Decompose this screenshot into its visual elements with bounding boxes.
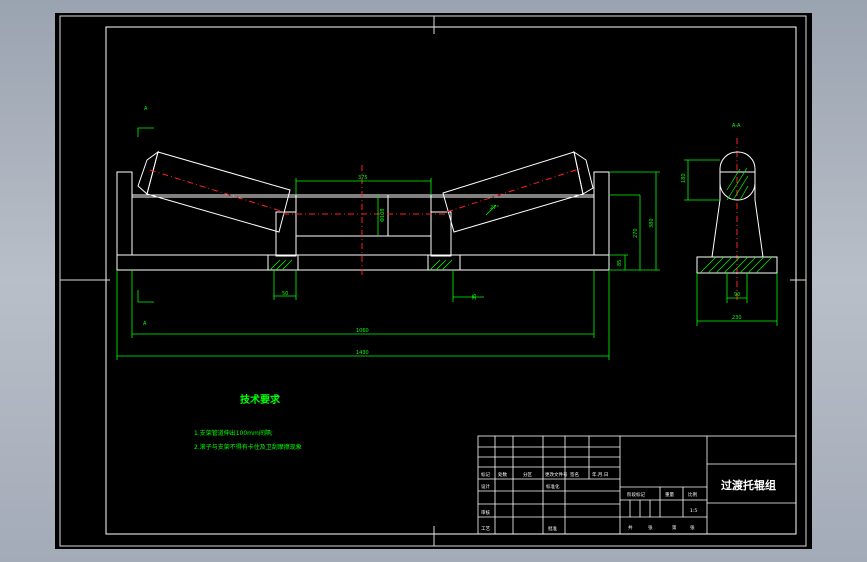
tb-sign: 签名 [570, 471, 579, 478]
dim-width-2: 1430 [356, 350, 369, 356]
tb-change-doc: 更改文件号 [545, 471, 568, 478]
tb-design: 设计 [481, 483, 490, 490]
dim-center-width: 375 [358, 175, 368, 181]
tb-scale: 1:5 [690, 508, 697, 514]
view-mark-top: A [144, 106, 148, 112]
tb-sheet: 张 [690, 524, 695, 531]
tb-process: 工艺 [481, 526, 490, 532]
tb-total: 共 [628, 524, 633, 531]
dim-width-1: 1060 [356, 328, 369, 334]
tb-stage: 阶段标记 [627, 491, 645, 498]
drawing-title: 过渡托辊组 [721, 478, 776, 492]
tb-sheets: 张 [648, 524, 653, 531]
tb-ratio: 比例 [688, 491, 697, 498]
tb-review: 审核 [481, 509, 490, 516]
cad-viewport: 375 Φ108 27° 85 270 380 1060 1430 50 35 … [0, 0, 867, 562]
tb-date: 年.月.日 [592, 471, 608, 478]
tb-weight: 重量 [665, 491, 674, 498]
tech-req-title: 技术要求 [240, 393, 281, 406]
tech-req-item-2: 2.滚子与支架不得有卡住及卫刮摩擦现象 [194, 443, 302, 451]
tb-approve: 批准 [548, 525, 557, 532]
dim-sec-w: 230 [732, 315, 742, 321]
tb-zone: 分区 [523, 471, 532, 478]
tb-count: 处数 [498, 471, 507, 478]
view-mark-bottom: A [143, 321, 147, 327]
dim-angle: 27° [490, 205, 499, 211]
dim-center-dia: Φ108 [380, 209, 386, 222]
tb-standard: 标准化 [546, 483, 560, 490]
dim-left-w: 50 [282, 291, 288, 297]
dim-height-1: 270 [633, 228, 639, 238]
dim-height-2: 380 [649, 218, 655, 228]
sheet-background [55, 13, 812, 549]
tech-req-item-1: 1.支架管道伸出100mm间隔; [194, 429, 273, 437]
tb-nth: 第 [672, 524, 677, 531]
tb-mark: 标记 [481, 471, 490, 478]
section-label: A-A [732, 123, 741, 129]
dim-mid-w: 35 [472, 294, 478, 300]
dim-sec-top: 180 [681, 173, 687, 183]
drawing-svg: 375 Φ108 27° 85 270 380 1060 1430 50 35 … [55, 13, 812, 549]
dim-sec-mid: 90 [734, 292, 740, 298]
dim-base-h: 85 [617, 260, 623, 266]
